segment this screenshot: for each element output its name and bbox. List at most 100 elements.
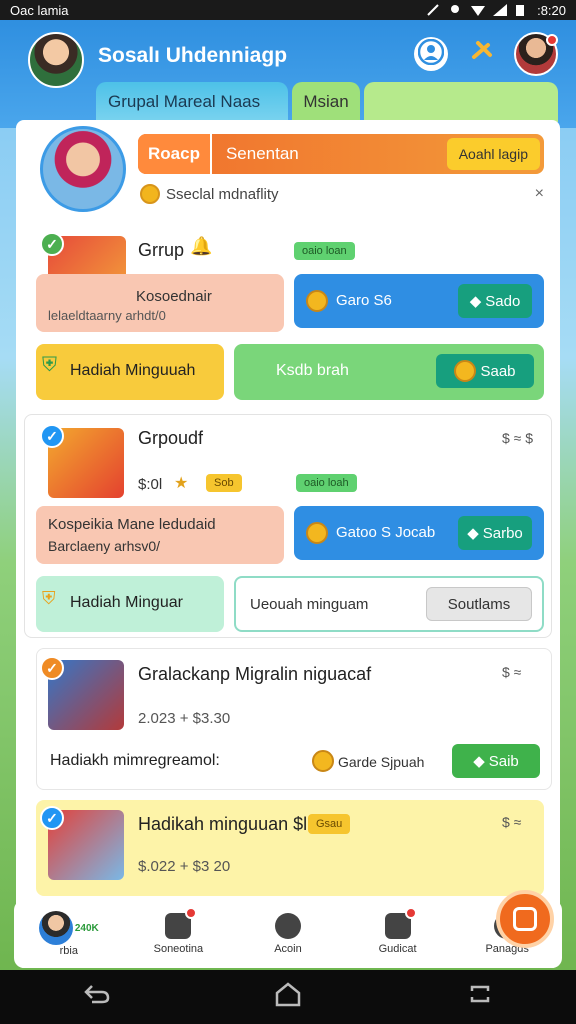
section2-blue-button[interactable]: ◆ Sarbo [458, 516, 532, 550]
bell-icon: 🔔 [190, 236, 213, 256]
section1-yellow-label: Hadiah Minguuah [70, 362, 196, 379]
section2-box-subtext: Barclaeny arhsv0/ [48, 538, 161, 554]
section1-info-box: Kosoednair lelaeldtaarny arhdt/0 [36, 274, 284, 332]
coin-icon [140, 184, 160, 204]
eye-icon: ◆ [467, 525, 479, 542]
nav-item-sonentina[interactable]: Soneotina [124, 907, 234, 955]
section2-right-small: $ ≈ $ [502, 430, 534, 446]
badge-dot [404, 907, 417, 919]
header-avatar[interactable] [28, 32, 84, 88]
section3-green-button[interactable]: ◆ Saib [452, 744, 540, 778]
check-icon: ✓ [40, 232, 64, 256]
section4-tag: Gsau [308, 814, 351, 834]
app-header: Sosalı Uhdenniagp Grupal Mareal Naas Msi… [0, 20, 576, 128]
recents-icon[interactable] [466, 981, 494, 1014]
check-icon: ✓ [40, 806, 64, 830]
battery-icon [515, 4, 527, 16]
section2-pill: oaio loah [296, 474, 357, 492]
section2-input-text[interactable]: Ueouah minguam [250, 596, 368, 613]
chat-icon [384, 907, 417, 939]
badge-dot [185, 907, 198, 919]
section2-blue-text: Gatoo S Jocab [336, 524, 436, 541]
nav-item-gudicat[interactable]: Gudicat [343, 907, 453, 955]
banner-chip[interactable]: Roacp [138, 134, 212, 174]
wifi-icon [471, 4, 486, 16]
section2-input-box[interactable]: Ueouah minguam Soutlams [234, 576, 544, 632]
notification-button[interactable] [464, 37, 498, 71]
nav-gudicat-label: Gudicat [378, 943, 417, 955]
location-icon [449, 4, 461, 16]
bottom-nav: 240K rbia Soneotina Acoin Gudicat Panagd… [14, 900, 562, 968]
section2-mint-button[interactable]: ⛨ Hadiah Minguar [36, 576, 224, 632]
back-icon[interactable] [82, 982, 110, 1013]
system-nav-bar [0, 970, 576, 1024]
section1-green-button-label: Saab [480, 362, 516, 380]
section1-green-text: Ksdb brah [276, 362, 349, 379]
section2-price: $:0l [138, 476, 163, 493]
coin-icon [306, 522, 328, 544]
eye-icon: ◆ [469, 293, 482, 310]
section1-blue-box: Garo S6 ◆ Sado [294, 274, 544, 328]
signal-icon [493, 4, 508, 16]
section3-name: Gralackanp Migralin niguacaf [138, 664, 372, 684]
section2-gray-button[interactable]: Soutlams [426, 587, 532, 621]
section1-box-subtext: lelaeldtaarny arhdt/0 [48, 308, 166, 323]
section1-name: Grrup [138, 240, 185, 260]
section3-right-small: $ ≈ [502, 664, 522, 680]
floating-action-button[interactable] [496, 890, 554, 948]
section4-price: $.022 + $3 20 [138, 858, 231, 875]
account-avatar[interactable] [514, 32, 558, 76]
coin-icon [312, 750, 334, 772]
section2-tag: Sob [206, 474, 242, 492]
section2-blue-box: Gatoo S Jocab ◆ Sarbo [294, 506, 544, 560]
section2-mint-label: Hadiah Minguar [70, 594, 183, 611]
nav-item-acoin[interactable]: Acoin [233, 913, 343, 955]
section2-info-box: Kospeikia Mane ledudaid Barclaeny arhsv0… [36, 506, 284, 564]
app-title: Sosalı Uhdenniagp [98, 44, 288, 67]
section3-bottom-mid: Garde Sjpuah [338, 754, 425, 770]
avatar [38, 911, 73, 945]
top-banner: Roacp Senentan Aoahl lagip [138, 134, 544, 174]
section1-green-button[interactable]: Saab [436, 354, 534, 388]
status-bar: Oac lamia :8:20 [0, 0, 576, 20]
banner-button[interactable]: Aoahl lagip [446, 138, 540, 170]
section1-blue-button[interactable]: ◆ Sado [458, 284, 532, 318]
section3-bottom-text: Hadiakh mimregreamol: [50, 752, 220, 769]
status-time: :8:20 [537, 2, 566, 18]
section2-name: Grpoudf [138, 428, 204, 448]
tab-group[interactable]: Grupal Mareal Naas [96, 82, 288, 122]
wallet-icon [165, 907, 198, 939]
nav-profile-extra: 240K [74, 922, 99, 934]
bell-icon [468, 39, 494, 70]
section1-pill: oaio loan [294, 242, 355, 260]
notification-dot [546, 34, 558, 46]
section1-green-box: Ksdb brah Saab [234, 344, 544, 400]
status-carrier: Oac lamia [10, 2, 69, 18]
section1-blue-text: Garo S6 [336, 292, 392, 309]
section1-yellow-button[interactable]: ⛨ Hadiah Minguuah [36, 344, 224, 400]
profile-picture[interactable] [40, 126, 126, 212]
section4-name: Hadikah minguuan $l [138, 814, 308, 834]
tab-mission[interactable]: Msian [292, 82, 360, 122]
eye-icon: ◆ [473, 753, 485, 770]
section3-green-button-label: Saib [488, 752, 519, 770]
shield-icon: ⛨ [42, 354, 57, 376]
home-icon[interactable] [274, 981, 302, 1014]
section3-price: 2.023 + $3.30 [138, 710, 231, 727]
coin-icon [306, 290, 328, 312]
check-icon: ✓ [40, 656, 64, 680]
mute-icon [427, 4, 439, 16]
tab-empty[interactable] [364, 82, 558, 122]
badge-icon: ⛨ [42, 588, 56, 608]
banner-label: Senentan [225, 144, 299, 163]
star-icon: ★ [174, 475, 189, 492]
section1-blue-button-label: Sado [485, 292, 521, 310]
close-icon[interactable]: × [535, 185, 544, 203]
profile-button[interactable] [414, 37, 448, 71]
coin-icon [274, 913, 301, 939]
nav-item-profile[interactable]: 240K rbia [14, 911, 124, 957]
section1-box-text: Kosoednair [136, 288, 212, 305]
play-icon [513, 907, 537, 931]
section2-blue-button-label: Sarbo [482, 524, 523, 542]
nav-acoin-label: Acoin [274, 943, 302, 955]
